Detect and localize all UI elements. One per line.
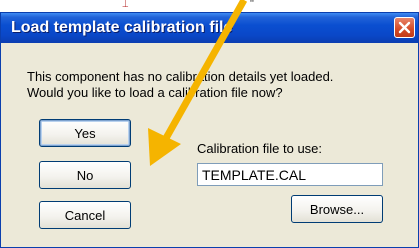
close-icon [398,21,411,34]
background-red-mark: ⌶ [122,0,129,10]
browse-button[interactable]: Browse... [291,195,383,223]
no-button[interactable]: No [39,161,131,189]
message-line-1: This component has no calibration detail… [27,69,334,84]
dialog-titlebar[interactable]: Load template calibration file [1,13,418,43]
background-quote-mark: " [250,0,254,10]
message-line-2: Would you like to load a calibration fil… [27,85,283,100]
cancel-button[interactable]: Cancel [39,201,131,229]
calibration-dialog: Load template calibration file This comp… [0,12,419,248]
close-button[interactable] [394,17,415,38]
calibration-file-label: Calibration file to use: [197,141,323,156]
dialog-title: Load template calibration file [11,19,233,36]
yes-button[interactable]: Yes [39,119,131,147]
calibration-file-input[interactable] [197,163,383,186]
dialog-message: This component has no calibration detail… [27,69,407,101]
